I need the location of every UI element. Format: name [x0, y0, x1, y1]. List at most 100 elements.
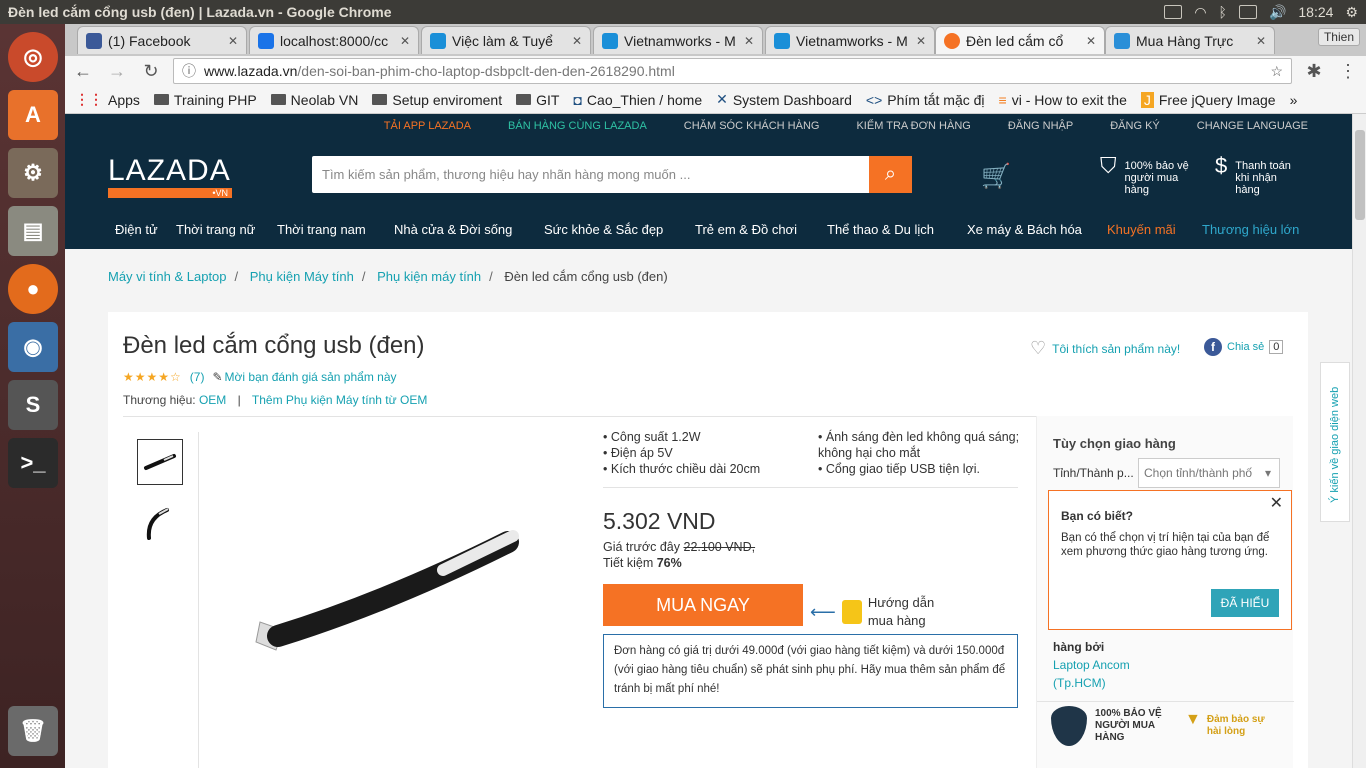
software-center-icon[interactable]: A: [8, 90, 58, 140]
close-icon[interactable]: ✕: [1270, 493, 1283, 513]
menu-icon[interactable]: ⋮: [1336, 61, 1360, 82]
nav-brands[interactable]: Thương hiệu lớn: [1202, 222, 1299, 237]
breadcrumb-item[interactable]: Máy vi tính & Laptop: [108, 269, 227, 284]
close-icon[interactable]: ✕: [572, 34, 582, 48]
wishlist-button[interactable]: ♡ Tôi thích sản phẩm này!: [1030, 338, 1180, 359]
bookmark-neolab[interactable]: Neolab VN: [270, 92, 358, 108]
profile-button[interactable]: Thien: [1317, 28, 1360, 46]
nav-men[interactable]: Thời trang nam: [277, 222, 394, 237]
reload-icon[interactable]: ↻: [139, 61, 163, 82]
location-popup: ✕ Bạn có biết? Bạn có thể chọn vị trí hi…: [1048, 490, 1292, 630]
seller-link[interactable]: Laptop Ancom: [1053, 658, 1130, 672]
nav-electronics[interactable]: Điện tử: [115, 222, 176, 237]
link-register[interactable]: ĐĂNG KÝ: [1110, 120, 1160, 132]
tab-muahang[interactable]: Mua Hàng Trực ✕: [1105, 26, 1275, 54]
link-support[interactable]: CHĂM SÓC KHÁCH HÀNG: [684, 120, 820, 132]
rating-stars[interactable]: ★★★★☆: [123, 370, 182, 384]
close-icon[interactable]: ✕: [1086, 34, 1096, 48]
ubuntu-dash-icon[interactable]: ◎: [8, 32, 58, 82]
shield-icon: ⛉: [1100, 153, 1117, 178]
tab-facebook[interactable]: (1) Facebook ✕: [77, 26, 247, 54]
link-app[interactable]: TẢI APP LAZADA: [384, 120, 471, 132]
bookmark-training-php[interactable]: Training PHP: [153, 92, 257, 108]
close-icon[interactable]: ✕: [228, 34, 238, 48]
bookmark-vi-exit[interactable]: ≡ vi - How to exit the: [999, 92, 1127, 108]
firefox-icon[interactable]: ●: [8, 264, 58, 314]
nav-home[interactable]: Nhà cửa & Đời sống: [394, 222, 544, 237]
cart-icon[interactable]: 🛒: [981, 162, 1011, 191]
volume-icon[interactable]: 🔊: [1269, 4, 1286, 21]
forward-icon[interactable]: →: [105, 61, 129, 82]
nav-sports[interactable]: Thể thao & Du lịch: [827, 222, 967, 237]
review-link[interactable]: Mời bạn đánh giá sản phẩm này: [225, 370, 397, 384]
info-icon[interactable]: ⓘ: [182, 61, 196, 81]
back-icon[interactable]: ←: [71, 61, 95, 82]
bookmark-setup[interactable]: Setup enviroment: [372, 92, 502, 108]
page-scrollbar[interactable]: [1352, 114, 1366, 768]
settings-icon[interactable]: ⚙: [8, 148, 58, 198]
files-icon[interactable]: ▤: [8, 206, 58, 256]
search-input[interactable]: Tìm kiếm sản phẩm, thương hiệu hay nhãn …: [312, 156, 869, 193]
nav-women[interactable]: Thời trang nữ: [176, 222, 277, 237]
search-button[interactable]: ⌕: [869, 156, 912, 193]
clock[interactable]: 18:24: [1298, 4, 1333, 20]
address-bar[interactable]: ⓘ www.lazada.vn/den-soi-ban-phim-cho-lap…: [173, 58, 1292, 84]
tab-vietnamworks-1[interactable]: Vietnamworks - M ✕: [593, 26, 763, 54]
chrome-icon[interactable]: ◉: [8, 322, 58, 372]
feedback-tab[interactable]: Ý kiến về giao diện web: [1320, 362, 1350, 522]
brand-more-link[interactable]: Thêm Phụ kiện Máy tính từ OEM: [252, 393, 427, 407]
lazada-logo[interactable]: LAZADA: [108, 154, 231, 188]
buy-now-button[interactable]: MUA NGAY: [603, 584, 803, 626]
feature-item: Cổng giao tiếp USB tiện lợi.: [818, 461, 1023, 477]
bluetooth-icon[interactable]: ᛒ: [1219, 4, 1227, 20]
bookmark-apps[interactable]: ⋮⋮ Apps: [75, 91, 140, 108]
keyboard-icon[interactable]: [1164, 5, 1183, 19]
tab-localhost[interactable]: localhost:8000/cc ✕: [249, 26, 419, 54]
bookmark-jquery[interactable]: J Free jQuery Image: [1140, 91, 1276, 108]
brand-link[interactable]: OEM: [199, 393, 226, 407]
page-icon: [258, 32, 274, 49]
breadcrumb-item[interactable]: Phụ kiện máy tính: [377, 269, 481, 284]
extension-icon[interactable]: ✱: [1302, 61, 1326, 82]
nav-motor[interactable]: Xe máy & Bách hóa: [967, 222, 1107, 237]
share-count: 0: [1269, 340, 1284, 354]
trash-icon[interactable]: 🗑: [8, 706, 58, 756]
nav-kids[interactable]: Trẻ em & Đồ chơi: [695, 222, 827, 237]
close-icon[interactable]: ✕: [400, 34, 410, 48]
link-language[interactable]: CHANGE LANGUAGE: [1197, 120, 1308, 132]
scrollbar-thumb[interactable]: [1355, 130, 1365, 220]
buying-guide-link[interactable]: ⟵ Hướng dẫn mua hàng: [810, 594, 934, 630]
bookmark-cao-thien[interactable]: ◘ Cao_Thien / home: [573, 92, 702, 108]
rating-count[interactable]: (7): [190, 370, 205, 384]
close-icon[interactable]: ✕: [916, 34, 926, 48]
breadcrumb-item[interactable]: Phụ kiện Máy tính: [250, 269, 354, 284]
bookmark-git[interactable]: GIT: [516, 92, 559, 108]
close-icon[interactable]: ✕: [744, 34, 754, 48]
close-icon[interactable]: ✕: [1256, 34, 1266, 48]
battery-icon[interactable]: [1238, 5, 1257, 19]
sublime-icon[interactable]: S: [8, 380, 58, 430]
bookmark-dashboard[interactable]: ✕ System Dashboard: [716, 91, 852, 108]
category-nav: Điện tử Thời trang nữ Thời trang nam Nhà…: [65, 210, 1352, 248]
nav-promo[interactable]: Khuyến mãi: [1107, 222, 1202, 237]
bookmarks-overflow[interactable]: »: [1290, 92, 1298, 108]
share-button[interactable]: f Chia sẻ 0: [1204, 338, 1284, 356]
tab-vietnamworks-2[interactable]: Vietnamworks - M ✕: [765, 26, 935, 54]
link-login[interactable]: ĐĂNG NHẬP: [1008, 120, 1073, 132]
arrow-left-icon: ⟵: [810, 602, 836, 622]
popup-body: Bạn có thể chọn vị trí hiện tại của bạn …: [1061, 532, 1270, 558]
power-icon[interactable]: ⚙: [1345, 4, 1358, 21]
bookmark-phim-tat[interactable]: <> Phím tắt mặc đị: [866, 92, 985, 108]
province-select[interactable]: Chọn tỉnh/thành phố ▾: [1138, 458, 1280, 488]
product-thumbnail[interactable]: [137, 439, 183, 485]
star-icon[interactable]: ☆: [1270, 63, 1283, 80]
terminal-icon[interactable]: >_: [8, 438, 58, 488]
wifi-icon[interactable]: ◠: [1194, 4, 1206, 21]
nav-beauty[interactable]: Sức khỏe & Sắc đẹp: [544, 222, 695, 237]
popup-ok-button[interactable]: ĐÃ HIỂU: [1211, 589, 1279, 617]
link-sell[interactable]: BÁN HÀNG CÙNG LAZADA: [508, 120, 647, 132]
tab-lazada[interactable]: Đèn led cắm cổ ✕: [935, 26, 1105, 54]
link-order[interactable]: KIỂM TRA ĐƠN HÀNG: [856, 120, 970, 132]
product-thumbnail[interactable]: [137, 500, 183, 546]
tab-vieclam[interactable]: Việc làm & Tuyể ✕: [421, 26, 591, 54]
